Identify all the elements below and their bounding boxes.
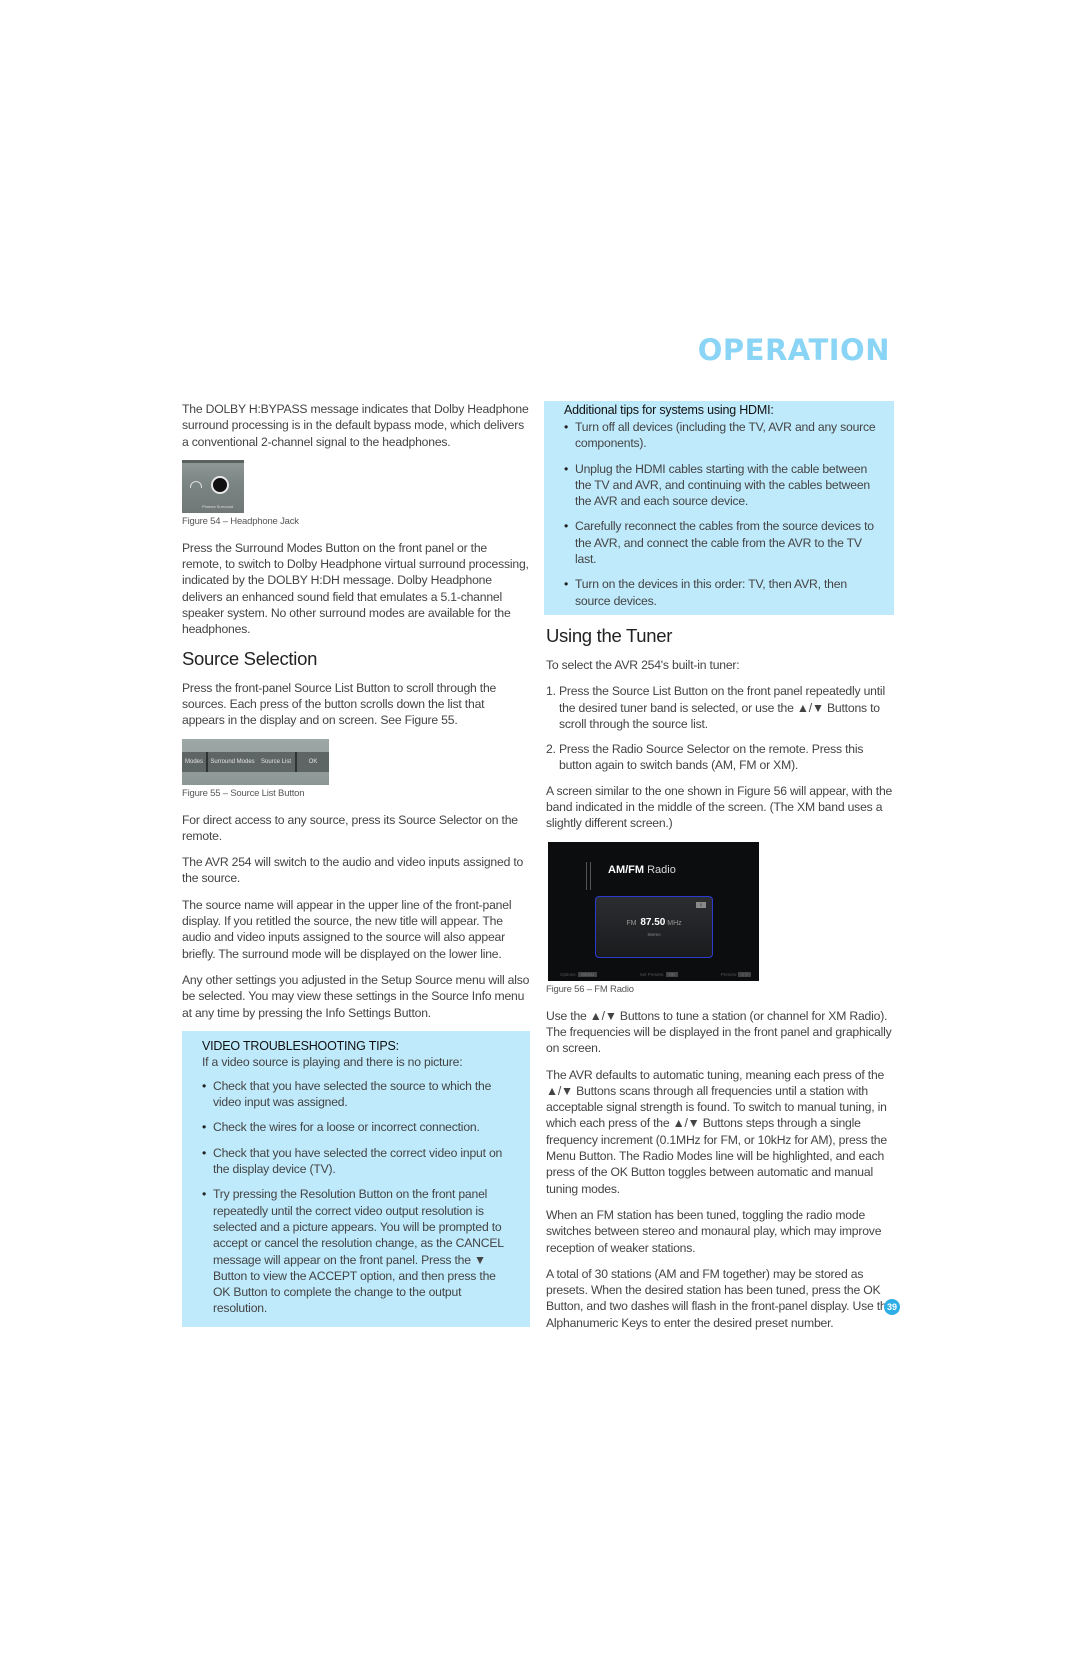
figure-headphone-jack: Phones Surround Figure 54 – Headphone Ja…: [182, 459, 530, 527]
figure-fm-radio: AM/FM Radio 1 FM 87.50 MHz Stereo Option…: [546, 841, 894, 995]
tip-item: Unplug the HDMI cables starting with the…: [564, 461, 880, 510]
tips-title: VIDEO TROUBLESHOOTING TIPS:: [202, 1038, 399, 1053]
paragraph: To select the AVR 254's built-in tuner:: [546, 657, 740, 672]
tips-intro: If a video source is playing and there i…: [202, 1054, 463, 1069]
left-column: The DOLBY H:BYPASS message indicates tha…: [182, 401, 530, 1337]
ok-button: OK: [308, 758, 318, 765]
surround-modes-button: Surround Modes: [210, 758, 255, 765]
step-text: Press the Radio Source Selector on the r…: [559, 742, 864, 773]
stereo-mode: Stereo: [647, 931, 661, 937]
section-heading-source-selection: Source Selection: [182, 647, 318, 669]
source-list-button-image: Modes Surround Modes Source List OK: [182, 738, 329, 785]
frequency-readout: FM 87.50 MHz: [626, 916, 682, 928]
step-number: 2.: [546, 742, 556, 757]
radio-screen-title: AM/FM Radio: [608, 863, 676, 876]
figure-caption: Figure 55 – Source List Button: [182, 787, 305, 799]
fm-radio-screen: AM/FM Radio 1 FM 87.50 MHz Stereo Option…: [548, 841, 759, 981]
right-column: Additional tips for systems using HDMI: …: [544, 401, 894, 1341]
tip-item: Turn off all devices (including the TV, …: [564, 419, 880, 452]
headphones-icon: [190, 480, 202, 488]
tuner-panel: 1 FM 87.50 MHz Stereo: [595, 895, 713, 958]
paragraph: The source name will appear in the upper…: [182, 897, 512, 961]
tip-item: Carefully reconnect the cables from the …: [564, 518, 880, 567]
step-number: 1.: [546, 684, 556, 699]
tip-item: Turn on the devices in this order: TV, t…: [564, 576, 880, 609]
paragraph: A screen similar to the one shown in Fig…: [546, 783, 893, 831]
paragraph: When an FM station has been tuned, toggl…: [546, 1207, 882, 1255]
modes-button: Modes: [182, 751, 208, 772]
figure-source-list-button: Modes Surround Modes Source List OK Figu…: [182, 738, 530, 799]
page-number-badge: 39: [884, 1299, 900, 1315]
paragraph: Use the ▲/▼ Buttons to tune a station (o…: [546, 1008, 892, 1056]
tip-item: Check that you have selected the correct…: [202, 1145, 516, 1178]
tip-item: Check the wires for a loose or incorrect…: [202, 1119, 516, 1136]
step-text: Press the Source List Button on the fron…: [559, 684, 885, 731]
figure-caption: Figure 56 – FM Radio: [546, 983, 634, 995]
antenna-tower-icon: [586, 861, 591, 890]
step-item: 2. Press the Radio Source Selector on th…: [546, 741, 894, 774]
paragraph: Any other settings you adjusted in the S…: [182, 972, 530, 1020]
step-item: 1. Press the Source List Button on the f…: [546, 683, 894, 732]
hdmi-tips-title: Additional tips for systems using HDMI:: [564, 403, 774, 417]
tip-item: Try pressing the Resolution Button on th…: [202, 1186, 516, 1316]
paragraph: A total of 30 stations (AM and FM togeth…: [546, 1266, 894, 1330]
source-list-button: Source List: [257, 751, 297, 772]
preset-number: 1: [696, 901, 706, 908]
paragraph: The AVR 254 will switch to the audio and…: [182, 855, 524, 886]
paragraph: The DOLBY H:BYPASS message indicates tha…: [182, 402, 529, 449]
video-troubleshooting-tips: VIDEO TROUBLESHOOTING TIPS: If a video s…: [182, 1030, 530, 1327]
figure-caption: Figure 54 – Headphone Jack: [182, 515, 299, 527]
headphone-jack-image: Phones Surround: [182, 459, 244, 513]
hdmi-tips: Additional tips for systems using HDMI: …: [544, 401, 894, 615]
paragraph: For direct access to any source, press i…: [182, 812, 518, 843]
jack-label: Phones Surround: [202, 503, 234, 509]
jack-socket: [211, 475, 229, 494]
section-heading-using-tuner: Using the Tuner: [546, 624, 673, 646]
paragraph: Press the front-panel Source List Button…: [182, 680, 497, 728]
radio-screen-footer: Options: MENU Set Presets: OK Presets: <…: [560, 971, 751, 977]
paragraph: Press the Surround Modes Button on the f…: [182, 540, 529, 637]
paragraph: The AVR defaults to automatic tuning, me…: [546, 1067, 887, 1196]
section-header: OPERATION: [697, 333, 890, 367]
tip-item: Check that you have selected the source …: [202, 1078, 516, 1111]
